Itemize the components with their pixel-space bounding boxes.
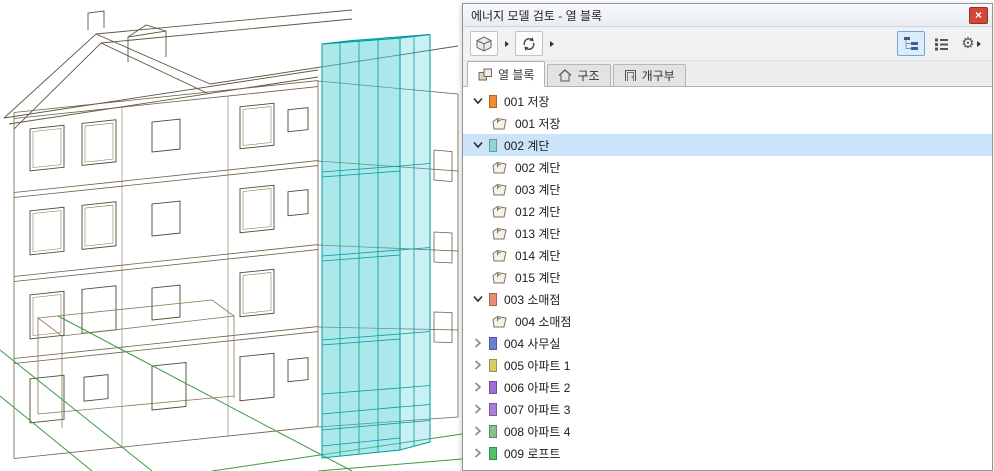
tree-item-label: 013 계단 bbox=[515, 226, 561, 241]
zone-stamp-icon bbox=[491, 226, 510, 240]
tree-group-row[interactable]: 004 사무실 bbox=[463, 332, 992, 354]
zone-color-chip bbox=[489, 446, 497, 460]
house-icon bbox=[558, 69, 572, 82]
tree-item-row[interactable]: 001 저장 bbox=[463, 112, 992, 134]
zone-stamp-icon bbox=[491, 116, 510, 130]
tree-group-label: 006 아파트 2 bbox=[504, 380, 571, 395]
tree-group-label: 004 사무실 bbox=[504, 336, 561, 351]
chevron-right-icon[interactable] bbox=[469, 357, 486, 373]
zone-color-chip bbox=[489, 138, 497, 152]
tree-item-row[interactable]: 015 계단 bbox=[463, 266, 992, 288]
selected-zone-block[interactable] bbox=[321, 33, 431, 459]
tree-group-row[interactable]: 005 아파트 1 bbox=[463, 354, 992, 376]
tree-item-label: 012 계단 bbox=[515, 204, 561, 219]
tree-item-label: 014 계단 bbox=[515, 248, 561, 263]
thermal-block-tree: 001 저장 001 저장 002 계단 002 계단 003 계단 012 계단 013 … bbox=[463, 87, 992, 470]
tree-group-label: 007 아파트 3 bbox=[504, 402, 571, 417]
tree-item-row[interactable]: 003 계단 bbox=[463, 178, 992, 200]
tree-group-label: 002 계단 bbox=[504, 138, 550, 153]
flyout-arrow-icon bbox=[549, 40, 554, 47]
tree-group-label: 008 아파트 4 bbox=[504, 424, 571, 439]
chevron-down-icon[interactable] bbox=[469, 137, 486, 153]
gear-icon: ⚙ bbox=[961, 34, 975, 52]
chevron-right-icon[interactable] bbox=[469, 401, 486, 417]
update-menu-arrow[interactable] bbox=[545, 31, 558, 56]
zone-color-chip bbox=[489, 292, 497, 306]
flyout-arrow-icon bbox=[504, 40, 509, 47]
tree-item-row[interactable]: 004 소매점 bbox=[463, 310, 992, 332]
tab-structure[interactable]: 구조 bbox=[547, 64, 611, 86]
tab-bar: 열 블록 구조 개구부 bbox=[463, 61, 992, 87]
zone-color-chip bbox=[489, 402, 497, 416]
tree-group-row[interactable]: 009 로프트 bbox=[463, 442, 992, 464]
tab-structure-label: 구조 bbox=[577, 69, 600, 83]
tree-group-row[interactable]: 006 아파트 2 bbox=[463, 376, 992, 398]
chevron-down-icon[interactable] bbox=[469, 93, 486, 109]
zone-color-chip bbox=[489, 424, 497, 438]
tab-openings[interactable]: 개구부 bbox=[612, 64, 686, 86]
3d-viewport[interactable] bbox=[0, 0, 463, 471]
tree-item-row[interactable]: 002 계단 bbox=[463, 156, 992, 178]
tree-group-row[interactable]: 002 계단 bbox=[463, 134, 992, 156]
panel-titlebar[interactable]: 에너지 모델 검토 - 열 블록 × bbox=[463, 4, 992, 27]
chevron-right-icon[interactable] bbox=[469, 423, 486, 439]
show-in-3d-menu-arrow[interactable] bbox=[500, 31, 513, 56]
tree-group-label: 001 저장 bbox=[504, 94, 550, 109]
settings-button[interactable]: ⚙ bbox=[957, 31, 985, 56]
tree-item-row[interactable]: 014 계단 bbox=[463, 244, 992, 266]
tree-view-icon bbox=[903, 36, 919, 51]
flyout-arrow-icon bbox=[976, 40, 981, 47]
tree-item-label: 015 계단 bbox=[515, 270, 561, 285]
cube-3d-icon bbox=[475, 35, 493, 52]
list-view-icon bbox=[934, 37, 949, 51]
tree-group-row[interactable]: 008 아파트 4 bbox=[463, 420, 992, 442]
tree-group-label: 003 소매점 bbox=[504, 292, 561, 307]
thermal-block-icon bbox=[478, 68, 493, 81]
tab-thermal-block-label: 열 블록 bbox=[498, 67, 535, 82]
tree-item-label: 004 소매점 bbox=[515, 314, 572, 329]
building-wireframe bbox=[0, 9, 463, 471]
tree-group-row[interactable]: 003 소매점 bbox=[463, 288, 992, 310]
refresh-icon bbox=[521, 36, 537, 52]
tree-group-label: 009 로프트 bbox=[504, 446, 561, 461]
chevron-down-icon[interactable] bbox=[469, 291, 486, 307]
energy-model-review-panel: 에너지 모델 검토 - 열 블록 × ⚙ 열 블록 구조 개구부 001 저장 … bbox=[462, 3, 993, 471]
tree-group-row[interactable]: 007 아파트 3 bbox=[463, 398, 992, 420]
tree-item-label: 001 저장 bbox=[515, 116, 561, 131]
door-icon bbox=[624, 69, 637, 82]
zone-stamp-icon bbox=[491, 270, 510, 284]
zone-color-chip bbox=[489, 358, 497, 372]
zone-color-chip bbox=[489, 94, 497, 108]
panel-toolbar: ⚙ bbox=[463, 27, 992, 61]
show-in-3d-button[interactable] bbox=[470, 31, 498, 56]
tree-item-row[interactable]: 012 계단 bbox=[463, 200, 992, 222]
tab-openings-label: 개구부 bbox=[641, 69, 675, 83]
zone-color-chip bbox=[489, 380, 497, 394]
tree-group-row[interactable]: 001 저장 bbox=[463, 90, 992, 112]
chevron-right-icon[interactable] bbox=[469, 445, 486, 461]
zone-stamp-icon bbox=[491, 160, 510, 174]
close-button[interactable]: × bbox=[969, 6, 988, 24]
tree-item-label: 002 계단 bbox=[515, 160, 561, 175]
tab-thermal-block[interactable]: 열 블록 bbox=[467, 61, 546, 87]
panel-title: 에너지 모델 검토 - 열 블록 bbox=[471, 8, 603, 23]
zone-stamp-icon bbox=[491, 248, 510, 262]
zone-stamp-icon bbox=[491, 204, 510, 218]
zone-stamp-icon bbox=[491, 182, 510, 196]
chevron-right-icon[interactable] bbox=[469, 335, 486, 351]
list-view-button[interactable] bbox=[927, 31, 955, 56]
chevron-right-icon[interactable] bbox=[469, 379, 486, 395]
zone-stamp-icon bbox=[491, 314, 510, 328]
tree-group-label: 005 아파트 1 bbox=[504, 358, 571, 373]
update-button[interactable] bbox=[515, 31, 543, 56]
tree-item-row[interactable]: 013 계단 bbox=[463, 222, 992, 244]
tree-item-label: 003 계단 bbox=[515, 182, 561, 197]
zone-color-chip bbox=[489, 336, 497, 350]
tree-view-button[interactable] bbox=[897, 31, 925, 56]
